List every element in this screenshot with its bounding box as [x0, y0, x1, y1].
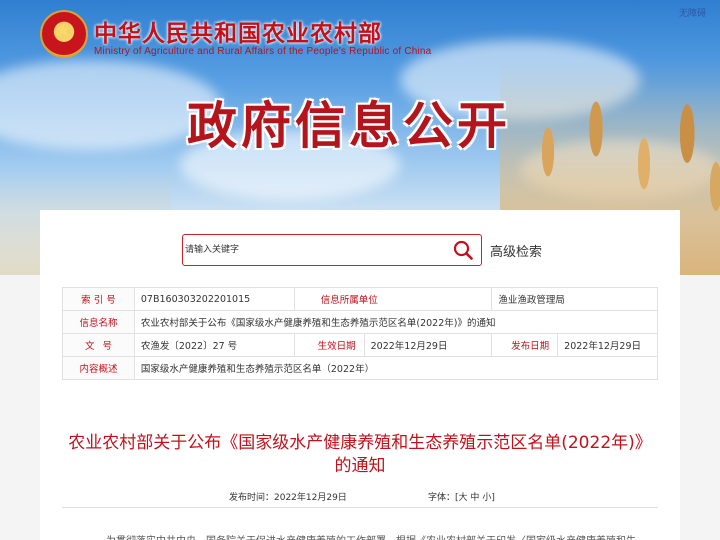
search-box — [182, 234, 482, 266]
font-small-option[interactable]: 小 — [482, 493, 491, 503]
index-value: 07B160303202201015 — [133, 287, 295, 311]
gen-date-label: 生效日期 — [293, 333, 365, 357]
name-value: 农业农村部关于公布《国家级水产健康养殖和生态养殖示范区名单(2022年)》的通知 — [133, 310, 659, 334]
org-label: 信息所属单位 — [320, 295, 378, 306]
article-meta: 发布时间：2022年12月29日 字体：[大 中 小] — [62, 490, 658, 508]
font-large-option[interactable]: 大 — [459, 493, 468, 503]
article: 农业农村部关于公布《国家级水产健康养殖和生态养殖示范区名单(2022年)》的通知… — [62, 416, 658, 540]
national-emblem-icon[interactable] — [40, 10, 88, 58]
info-table: 索 引 号 07B160303202201015 信息所属单位 渔业渔政管理局 … — [62, 287, 659, 380]
pub-date-label: 发布日期 — [491, 333, 559, 357]
table-row: 信息名称 农业农村部关于公布《国家级水产健康养殖和生态养殖示范区名单(2022年… — [62, 310, 659, 334]
font-bracket-close: ] — [491, 493, 495, 503]
table-row: 文号 农渔发〔2022〕27 号 生效日期 2022年12月29日 发布日期 2… — [62, 333, 658, 357]
banner-title: 政府信息公开 — [187, 97, 511, 155]
summary-value: 国家级水产健康养殖和生态养殖示范区名单（2022年） — [133, 356, 659, 380]
search-icon — [453, 240, 473, 260]
font-size-control: 字体：[大 中 小] — [428, 490, 495, 503]
org-label-cell: 信息所属单位 — [293, 287, 493, 311]
summary-label: 内容概述 — [62, 356, 135, 380]
accessibility-link[interactable]: 无障碍 — [679, 6, 706, 19]
pub-date-value: 2022年12月29日 — [557, 333, 658, 357]
index-label: 索 引 号 — [62, 287, 135, 311]
org-value: 渔业渔政管理局 — [491, 287, 658, 311]
gen-date-value: 2022年12月29日 — [363, 333, 493, 357]
advanced-search-link[interactable]: 高级检索 — [490, 241, 542, 260]
article-title: 农业农村部关于公布《国家级水产健康养殖和生态养殖示范区名单(2022年)》的通知 — [68, 433, 652, 476]
table-row: 索 引 号 07B160303202201015 信息所属单位 渔业渔政管理局 — [62, 287, 658, 311]
name-label: 信息名称 — [62, 310, 135, 334]
docno-label: 文号 — [62, 333, 135, 357]
article-body: 为贯彻落实中共中央、国务院关于促进水产健康养殖的工作部署，根据《农业农村部关于印… — [106, 532, 636, 540]
publish-time: 发布时间：2022年12月29日 — [229, 493, 347, 503]
docno-value: 农渔发〔2022〕27 号 — [133, 333, 295, 357]
search-button[interactable] — [445, 236, 481, 264]
table-row: 内容概述 国家级水产健康养殖和生态养殖示范区名单（2022年） — [62, 356, 659, 380]
font-medium-option[interactable]: 中 — [470, 493, 479, 503]
search-input[interactable] — [183, 236, 445, 264]
ministry-name-cn[interactable]: 中华人民共和国农业农村部 — [94, 14, 382, 48]
font-size-label: 字体： — [428, 493, 456, 503]
ministry-name-en[interactable]: Ministry of Agriculture and Rural Affair… — [94, 46, 431, 57]
